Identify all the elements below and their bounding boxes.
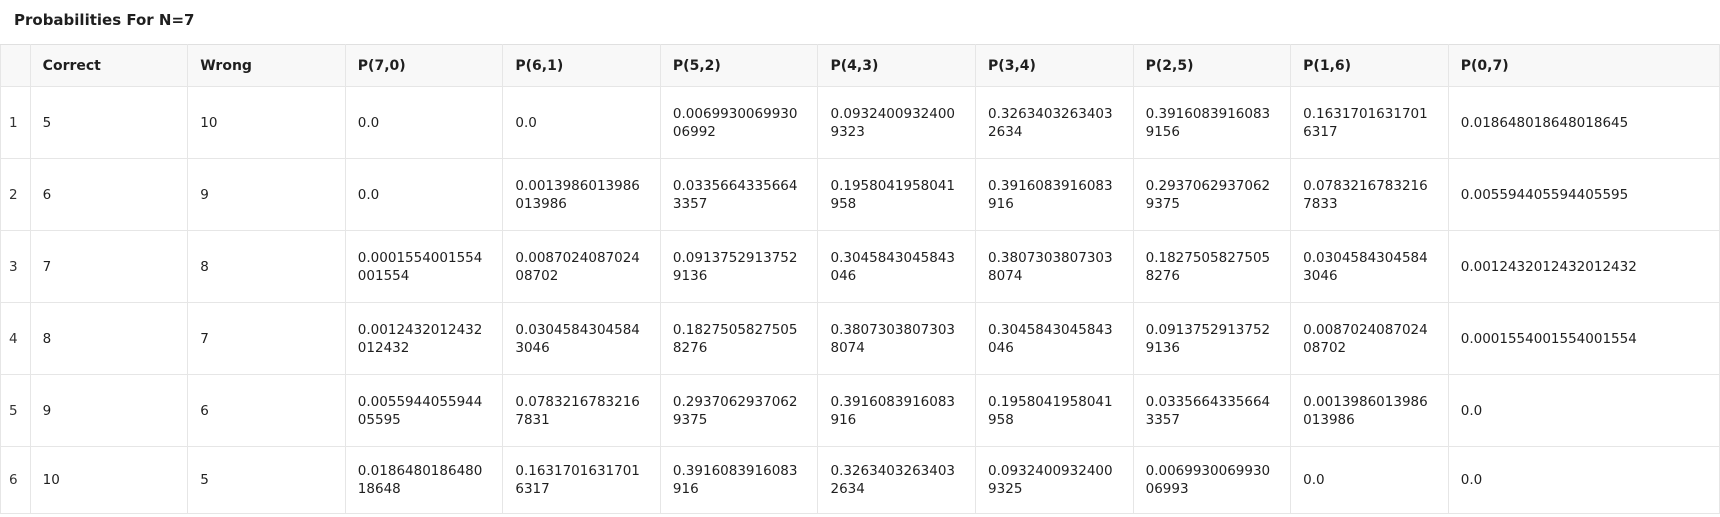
cell-p-5-2[interactable]: 0.18275058275058276 [659,302,819,375]
cell-wrong[interactable]: 10 [187,86,346,159]
cell-p-5-2[interactable]: 0.29370629370629375 [659,374,819,447]
table-row: 3 7 8 0.0001554001554001554 0.0087024087… [0,230,1720,303]
cell-p-7-0[interactable]: 0.018648018648018648 [344,446,504,514]
column-header-correct[interactable]: Correct [29,44,189,87]
cell-p-7-0[interactable]: 0.005594405594405595 [344,374,504,447]
row-index: 1 [0,86,31,159]
cell-p-0-7[interactable]: 0.0001554001554001554 [1447,302,1720,375]
column-header-p-3-4[interactable]: P(3,4) [975,44,1134,87]
page-title: Probabilities For N=7 [14,11,195,29]
cell-wrong[interactable]: 7 [187,302,346,375]
table-row: 5 9 6 0.005594405594405595 0.07832167832… [0,374,1720,447]
cell-correct[interactable]: 10 [29,446,189,514]
column-header-p-6-1[interactable]: P(6,1) [502,44,661,87]
cell-p-6-1[interactable]: 0.0 [502,86,661,159]
cell-p-2-5[interactable]: 0.006993006993006993 [1132,446,1292,514]
row-index: 3 [0,230,31,303]
cell-correct[interactable]: 6 [29,158,189,231]
cell-p-3-4[interactable]: 0.1958041958041958 [975,374,1134,447]
cell-p-1-6[interactable]: 0.0 [1290,446,1449,514]
cell-p-3-4[interactable]: 0.3916083916083916 [975,158,1134,231]
cell-correct[interactable]: 8 [29,302,189,375]
cell-p-4-3[interactable]: 0.3916083916083916 [817,374,977,447]
cell-p-1-6[interactable]: 0.16317016317016317 [1290,86,1449,159]
cell-p-0-7[interactable]: 0.0012432012432012432 [1447,230,1720,303]
column-header-p-5-2[interactable]: P(5,2) [659,44,819,87]
cell-p-3-4[interactable]: 0.38073038073038074 [975,230,1134,303]
cell-correct[interactable]: 7 [29,230,189,303]
cell-p-4-3[interactable]: 0.38073038073038074 [817,302,977,375]
cell-p-2-5[interactable]: 0.18275058275058276 [1132,230,1292,303]
cell-p-0-7[interactable]: 0.0 [1447,374,1720,447]
cell-p-7-0[interactable]: 0.0001554001554001554 [344,230,504,303]
column-header-p-0-7[interactable]: P(0,7) [1447,44,1720,87]
cell-p-4-3[interactable]: 0.1958041958041958 [817,158,977,231]
table-row: 6 10 5 0.018648018648018648 0.1631701631… [0,446,1720,514]
cell-p-7-0[interactable]: 0.0 [344,158,504,231]
cell-p-1-6[interactable]: 0.0013986013986013986 [1290,374,1449,447]
cell-p-7-0[interactable]: 0.0 [344,86,504,159]
cell-p-1-6[interactable]: 0.008702408702408702 [1290,302,1449,375]
cell-p-3-4[interactable]: 0.32634032634032634 [975,86,1134,159]
cell-p-4-3[interactable]: 0.09324009324009323 [817,86,977,159]
index-column-header[interactable] [0,44,31,87]
cell-p-5-2[interactable]: 0.006993006993006992 [659,86,819,159]
cell-p-1-6[interactable]: 0.03045843045843046 [1290,230,1449,303]
cell-p-5-2[interactable]: 0.03356643356643357 [659,158,819,231]
row-index: 2 [0,158,31,231]
cell-p-5-2[interactable]: 0.3916083916083916 [659,446,819,514]
row-index: 5 [0,374,31,447]
header-row: Correct Wrong P(7,0) P(6,1) P(5,2) P(4,3… [0,44,1720,87]
cell-wrong[interactable]: 5 [187,446,346,514]
cell-p-6-1[interactable]: 0.03045843045843046 [502,302,661,375]
cell-p-6-1[interactable]: 0.16317016317016317 [502,446,661,514]
cell-wrong[interactable]: 9 [187,158,346,231]
column-header-p-4-3[interactable]: P(4,3) [817,44,977,87]
probability-table: Correct Wrong P(7,0) P(6,1) P(5,2) P(4,3… [0,44,1720,514]
cell-p-6-1[interactable]: 0.0013986013986013986 [502,158,661,231]
cell-p-4-3[interactable]: 0.32634032634032634 [817,446,977,514]
cell-p-5-2[interactable]: 0.09137529137529136 [659,230,819,303]
cell-p-0-7[interactable]: 0.018648018648018645 [1447,86,1720,159]
column-header-p-2-5[interactable]: P(2,5) [1132,44,1292,87]
cell-correct[interactable]: 5 [29,86,189,159]
cell-p-3-4[interactable]: 0.09324009324009325 [975,446,1134,514]
cell-p-2-5[interactable]: 0.09137529137529136 [1132,302,1292,375]
cell-p-0-7[interactable]: 0.0 [1447,446,1720,514]
cell-p-3-4[interactable]: 0.3045843045843046 [975,302,1134,375]
cell-p-1-6[interactable]: 0.07832167832167833 [1290,158,1449,231]
table-row: 2 6 9 0.0 0.0013986013986013986 0.033566… [0,158,1720,231]
cell-p-2-5[interactable]: 0.29370629370629375 [1132,158,1292,231]
column-header-p-1-6[interactable]: P(1,6) [1290,44,1449,87]
cell-p-4-3[interactable]: 0.3045843045843046 [817,230,977,303]
table-row: 1 5 10 0.0 0.0 0.006993006993006992 0.09… [0,86,1720,159]
cell-p-2-5[interactable]: 0.03356643356643357 [1132,374,1292,447]
table-row: 4 8 7 0.0012432012432012432 0.0304584304… [0,302,1720,375]
cell-correct[interactable]: 9 [29,374,189,447]
column-header-wrong[interactable]: Wrong [187,44,346,87]
cell-wrong[interactable]: 8 [187,230,346,303]
cell-p-6-1[interactable]: 0.008702408702408702 [502,230,661,303]
cell-p-6-1[interactable]: 0.07832167832167831 [502,374,661,447]
column-header-p-7-0[interactable]: P(7,0) [344,44,504,87]
cell-p-7-0[interactable]: 0.0012432012432012432 [344,302,504,375]
cell-p-0-7[interactable]: 0.005594405594405595 [1447,158,1720,231]
cell-wrong[interactable]: 6 [187,374,346,447]
cell-p-2-5[interactable]: 0.39160839160839156 [1132,86,1292,159]
row-index: 4 [0,302,31,375]
row-index: 6 [0,446,31,514]
